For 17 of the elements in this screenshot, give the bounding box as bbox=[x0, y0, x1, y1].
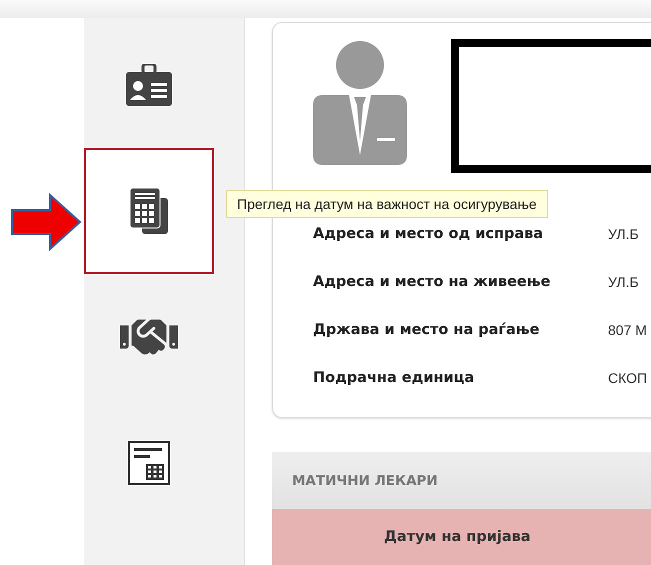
field-label: Подрачна единица bbox=[313, 370, 476, 386]
panel-title: МАТИЧНИ ЛЕКАРИ bbox=[272, 452, 651, 509]
field-value: УЛ.Б bbox=[608, 226, 639, 242]
column-header: Датум на пријава bbox=[272, 509, 651, 565]
arrow-icon bbox=[10, 193, 82, 251]
tooltip: Преглед на датум на важност на осигурување bbox=[226, 190, 548, 218]
field-value: 807 М bbox=[608, 322, 647, 338]
sidebar-item[interactable] bbox=[84, 148, 214, 274]
field-label: Држава и место на раѓање bbox=[313, 322, 540, 338]
field-value: СКОП bbox=[608, 370, 648, 386]
person-avatar-icon bbox=[313, 41, 407, 165]
field-label: Адреса и место на живеење bbox=[313, 274, 552, 290]
calculator-icon bbox=[130, 188, 168, 234]
form-icon bbox=[128, 441, 170, 485]
field-value: УЛ.Б bbox=[608, 274, 639, 290]
field-label: Адреса и место од исправа bbox=[313, 226, 544, 242]
id-badge-icon bbox=[126, 64, 172, 106]
